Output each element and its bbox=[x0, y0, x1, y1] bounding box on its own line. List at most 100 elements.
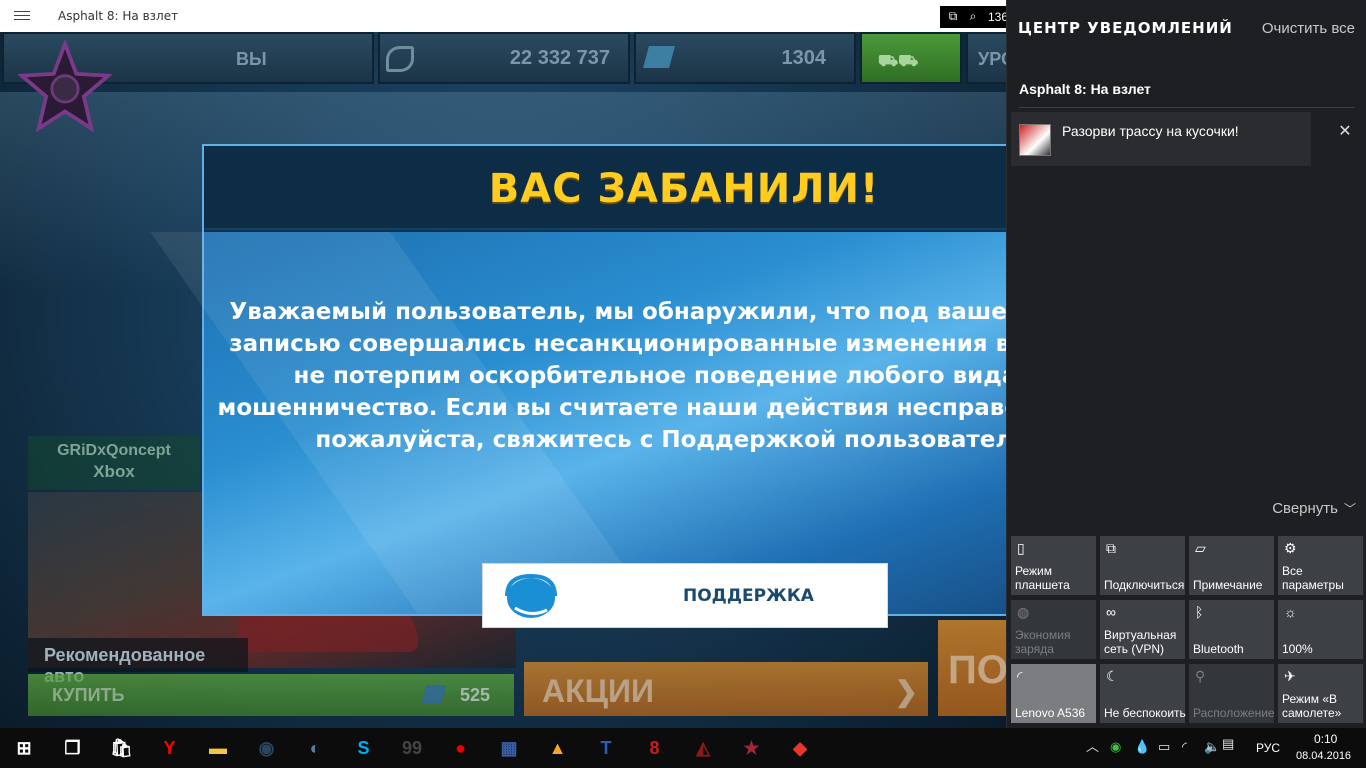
magnifier-toolbar[interactable]: ⧉ ⌕ 136 bbox=[940, 6, 1006, 28]
asphalt-window: Asphalt 8: На взлет ⧉ ⌕ 136 ВЫ 22 332 73… bbox=[0, 0, 1006, 728]
hud-level[interactable]: УРО bbox=[966, 32, 1006, 84]
yandex-browser-icon-glyph: Y bbox=[163, 738, 176, 758]
window-titlebar: Asphalt 8: На взлет ⧉ ⌕ 136 bbox=[0, 0, 1006, 32]
record-icon[interactable]: ● bbox=[441, 732, 481, 764]
quick-action-label: Bluetooth bbox=[1193, 642, 1244, 656]
ban-title: ВАС ЗАБАНИЛИ! bbox=[488, 166, 880, 212]
play-button[interactable]: ПО bbox=[938, 620, 1006, 716]
gear-icon: ⚙ bbox=[1284, 540, 1297, 556]
volume-icon[interactable]: 🔈 bbox=[1204, 739, 1220, 755]
location-icon: ⚲ bbox=[1195, 668, 1206, 684]
cars-icon: ⛟⛟ bbox=[878, 53, 919, 70]
ban-message: Уважаемый пользователь, мы обнаружили, ч… bbox=[217, 299, 1006, 453]
app-icon-12[interactable]: ▲ bbox=[538, 732, 578, 764]
app-icon-9[interactable]: 99 bbox=[392, 732, 432, 764]
file-explorer-icon-glyph: ▬ bbox=[209, 738, 227, 758]
battery-icon[interactable]: ▭ bbox=[1158, 739, 1170, 755]
notification-item[interactable]: Разорви трассу на кусочки! bbox=[1011, 112, 1311, 166]
moon-icon: ☾ bbox=[1106, 668, 1119, 684]
level-label: УРО bbox=[978, 49, 1006, 69]
action-center-panel: ЦЕНТР УВЕДОМЛЕНИЙ Очистить все Asphalt 8… bbox=[1006, 0, 1366, 728]
game-screen: ВЫ 22 332 737 1304 ⛟⛟ УРО GRiDxQoncept X… bbox=[0, 32, 1006, 728]
quick-action-label: Все параметры bbox=[1282, 564, 1344, 592]
window-title: Asphalt 8: На взлет bbox=[58, 9, 179, 23]
tokens-value: 1304 bbox=[781, 47, 827, 69]
quick-action-label: 100% bbox=[1282, 642, 1313, 656]
quick-action-tile[interactable]: ☾ Не беспокоить bbox=[1100, 664, 1186, 723]
quick-action-label: Примечание bbox=[1193, 578, 1263, 592]
app-icon-7[interactable]: ◐ bbox=[295, 732, 335, 764]
chevron-right-icon: ❯ bbox=[894, 676, 918, 707]
asphalt-8-icon[interactable]: 8 bbox=[635, 732, 675, 764]
hud-tokens[interactable]: 1304 bbox=[634, 32, 856, 84]
close-icon[interactable]: ✕ bbox=[1335, 122, 1355, 142]
quick-action-label: Подключиться bbox=[1104, 578, 1185, 592]
quick-action-tile[interactable]: ✈ Режим «В самолете» bbox=[1278, 664, 1363, 723]
action-center-icon[interactable]: ▤ bbox=[1222, 736, 1246, 760]
quick-action-tile[interactable]: ▯ Режим планшета bbox=[1011, 536, 1096, 595]
file-explorer-icon[interactable]: ▬ bbox=[198, 732, 238, 764]
rank-star-badge-icon[interactable] bbox=[18, 40, 112, 134]
tray-app-icon[interactable]: ◉ bbox=[1110, 739, 1121, 755]
notification-app-header[interactable]: Asphalt 8: На взлет bbox=[1019, 81, 1151, 97]
app-icon-7-glyph: ◐ bbox=[309, 738, 321, 758]
headset-support-icon bbox=[505, 573, 557, 618]
tray-drop-icon[interactable]: 💧 bbox=[1134, 739, 1150, 755]
buy-label: КУПИТЬ bbox=[52, 685, 125, 705]
quick-action-tile[interactable]: ᛒ Bluetooth bbox=[1189, 600, 1274, 659]
zoom-level: 136 bbox=[988, 10, 1006, 24]
restore-view-icon[interactable]: ⧉ bbox=[946, 9, 960, 23]
recommended-car-label: Рекомендованное авто bbox=[28, 638, 248, 686]
show-hidden-icons-icon[interactable]: ︿ bbox=[1086, 739, 1099, 755]
collapse-label: Свернуть bbox=[1272, 500, 1338, 517]
quick-action-tile[interactable]: ◜ Lenovo A536 bbox=[1011, 664, 1096, 723]
racing-game-icon[interactable]: ◭ bbox=[683, 732, 723, 764]
turbo-icon[interactable]: T bbox=[586, 732, 626, 764]
quick-action-label: Режим планшета bbox=[1015, 564, 1070, 592]
quick-action-tile[interactable]: ◍ Экономия заряда bbox=[1011, 600, 1096, 659]
app-icon-11[interactable]: ▦ bbox=[489, 732, 529, 764]
app-icon-16-glyph: ★ bbox=[743, 738, 760, 758]
quick-action-tile[interactable]: ⚲ Расположение bbox=[1189, 664, 1275, 723]
hamburger-menu-icon[interactable] bbox=[14, 8, 30, 24]
player-platform: Xbox bbox=[93, 462, 135, 481]
hud-garage[interactable]: ⛟⛟ bbox=[860, 32, 962, 84]
buy-price: 525 bbox=[459, 685, 490, 705]
wifi-icon[interactable]: ◜ bbox=[1182, 739, 1187, 755]
turbo-icon-glyph: T bbox=[600, 738, 612, 758]
divider bbox=[1019, 107, 1355, 108]
collapse-button[interactable]: Свернуть ﹀ bbox=[1272, 500, 1356, 517]
quick-action-label: Режим «В самолете» bbox=[1282, 692, 1342, 720]
store-icon[interactable]: 🛍 bbox=[101, 732, 141, 764]
quick-action-tile[interactable]: ⧉ Подключиться bbox=[1100, 536, 1185, 595]
app-icon-16[interactable]: ★ bbox=[732, 732, 772, 764]
support-button[interactable]: ПОДДЕРЖКА bbox=[482, 563, 888, 628]
buy-button[interactable]: КУПИТЬ 525 bbox=[28, 674, 514, 716]
player-name: GRiDxQoncept bbox=[57, 442, 171, 459]
token-icon bbox=[421, 685, 447, 703]
clock-date[interactable]: 08.04.2016 bbox=[1296, 750, 1351, 762]
promotions-button[interactable]: АКЦИИ ❯ bbox=[524, 662, 928, 716]
app-icon-9-glyph: 99 bbox=[401, 738, 423, 758]
steam-icon[interactable]: ◉ bbox=[247, 732, 287, 764]
clock-time[interactable]: 0:10 bbox=[1314, 732, 1337, 746]
app-icon-17[interactable]: ◆ bbox=[780, 732, 820, 764]
yandex-browser-icon[interactable]: Y bbox=[150, 732, 190, 764]
clear-all-button[interactable]: Очистить все bbox=[1262, 20, 1355, 37]
language-indicator[interactable]: РУС bbox=[1256, 741, 1280, 755]
tablet-icon: ▯ bbox=[1017, 540, 1025, 556]
task-view-button-glyph: ❐ bbox=[64, 738, 81, 758]
task-view-button[interactable]: ❐ bbox=[53, 732, 93, 764]
start-button[interactable]: ⊞ bbox=[4, 732, 44, 764]
quick-action-tile[interactable]: ▱ Примечание bbox=[1189, 536, 1274, 595]
notification-text: Разорви трассу на кусочки! bbox=[1062, 123, 1239, 139]
hud-credits[interactable]: 22 332 737 bbox=[378, 32, 630, 84]
quick-action-tile[interactable]: ⚙ Все параметры bbox=[1278, 536, 1363, 595]
quick-action-tile[interactable]: ☼ 100% bbox=[1278, 600, 1363, 659]
chevron-down-icon: ﹀ bbox=[1343, 502, 1356, 516]
start-button-glyph: ⊞ bbox=[16, 738, 32, 758]
quick-action-tile[interactable]: ∞ Виртуальная сеть (VPN) bbox=[1100, 600, 1185, 659]
steam-icon-glyph: ◉ bbox=[258, 738, 275, 758]
magnifier-icon[interactable]: ⌕ bbox=[966, 9, 980, 23]
skype-icon[interactable]: S bbox=[344, 732, 384, 764]
